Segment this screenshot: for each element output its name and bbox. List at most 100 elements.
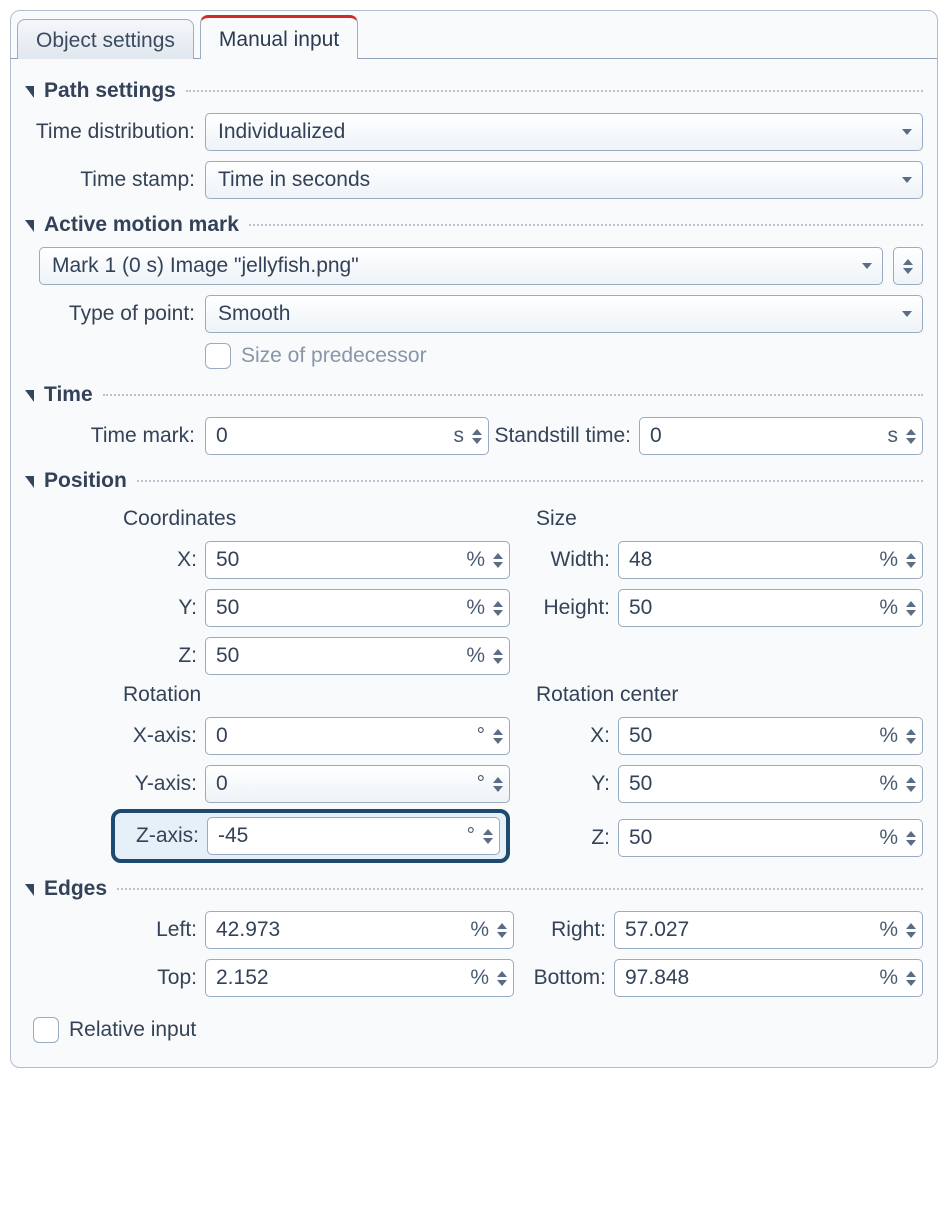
edge-left-label: Left: [25, 918, 205, 942]
rotcenter-z-label: Z: [530, 826, 618, 850]
size-of-predecessor-label: Size of predecessor [241, 344, 427, 368]
size-label: Size [536, 507, 923, 531]
rotation-y-label: Y-axis: [117, 772, 205, 796]
section-header-position[interactable]: Position [25, 469, 923, 493]
stepper[interactable] [904, 971, 922, 986]
rotcenter-x-input[interactable]: % [618, 717, 923, 755]
collapse-triangle-icon [25, 476, 34, 488]
stepper[interactable] [904, 777, 922, 792]
section-title: Active motion mark [44, 213, 239, 237]
coord-z-input[interactable]: % [205, 637, 510, 675]
size-height-field[interactable] [619, 596, 877, 620]
section-title: Path settings [44, 79, 176, 103]
size-width-field[interactable] [619, 548, 877, 572]
section-title: Time [44, 383, 93, 407]
unit-percent: % [877, 918, 904, 942]
settings-panel: Object settings Manual input Path settin… [10, 10, 938, 1068]
edge-left-field[interactable] [206, 918, 468, 942]
active-mark-select[interactable]: Mark 1 (0 s) Image "jellyfish.png" [39, 247, 883, 285]
unit-percent: % [468, 966, 495, 990]
collapse-triangle-icon [25, 220, 34, 232]
stepper[interactable] [904, 553, 922, 568]
coordinates-label: Coordinates [123, 507, 510, 531]
edge-left-input[interactable]: % [205, 911, 514, 949]
rotation-y-field[interactable] [206, 772, 475, 796]
stepper[interactable] [470, 429, 488, 444]
edge-top-input[interactable]: % [205, 959, 514, 997]
rotcenter-z-field[interactable] [619, 826, 877, 850]
rotation-y-input[interactable]: ° [205, 765, 510, 803]
chevron-down-icon [902, 129, 912, 135]
tabs-row: Object settings Manual input [11, 11, 937, 59]
edge-right-input[interactable]: % [614, 911, 923, 949]
size-width-input[interactable]: % [618, 541, 923, 579]
size-of-predecessor-checkbox[interactable] [205, 343, 231, 369]
select-value: Smooth [218, 302, 290, 326]
stepper[interactable] [495, 923, 513, 938]
rotcenter-y-label: Y: [530, 772, 618, 796]
stepper[interactable] [904, 923, 922, 938]
section-path-settings: Path settings Time distribution: Individ… [25, 79, 923, 199]
standstill-field[interactable] [640, 424, 886, 448]
stepper[interactable] [904, 831, 922, 846]
relative-input-checkbox[interactable] [33, 1017, 59, 1043]
stepper[interactable] [495, 971, 513, 986]
unit-degree: ° [475, 772, 491, 796]
section-header-edges[interactable]: Edges [25, 877, 923, 901]
rotation-label: Rotation [123, 683, 510, 707]
stepper[interactable] [491, 729, 509, 744]
rotation-z-input[interactable]: ° [207, 817, 500, 855]
unit-percent: % [464, 596, 491, 620]
time-mark-field[interactable] [206, 424, 452, 448]
rotation-z-highlight: Z-axis: ° [111, 809, 510, 863]
unit-degree: ° [465, 824, 481, 848]
rotcenter-x-field[interactable] [619, 724, 877, 748]
rotation-x-input[interactable]: ° [205, 717, 510, 755]
coord-y-field[interactable] [206, 596, 464, 620]
time-mark-input[interactable]: s [205, 417, 489, 455]
rotcenter-z-input[interactable]: % [618, 819, 923, 857]
edge-right-field[interactable] [615, 918, 877, 942]
coord-z-field[interactable] [206, 644, 464, 668]
rotcenter-y-input[interactable]: % [618, 765, 923, 803]
rotation-x-field[interactable] [206, 724, 475, 748]
edge-bottom-input[interactable]: % [614, 959, 923, 997]
type-of-point-select[interactable]: Smooth [205, 295, 923, 333]
stepper[interactable] [904, 729, 922, 744]
rotation-center-label: Rotation center [536, 683, 923, 707]
tab-object-settings[interactable]: Object settings [17, 19, 194, 59]
section-header-path-settings[interactable]: Path settings [25, 79, 923, 103]
x-label: X: [117, 548, 205, 572]
edge-bottom-field[interactable] [615, 966, 877, 990]
time-distribution-select[interactable]: Individualized [205, 113, 923, 151]
section-divider [117, 888, 923, 890]
unit-percent: % [464, 548, 491, 572]
height-label: Height: [530, 596, 618, 620]
coord-x-field[interactable] [206, 548, 464, 572]
coord-x-input[interactable]: % [205, 541, 510, 579]
unit-percent: % [877, 596, 904, 620]
active-mark-stepper[interactable] [893, 247, 923, 285]
rotcenter-y-field[interactable] [619, 772, 877, 796]
stepper[interactable] [491, 649, 509, 664]
stepper[interactable] [491, 777, 509, 792]
edge-right-label: Right: [514, 918, 614, 942]
standstill-input[interactable]: s [639, 417, 923, 455]
chevron-down-icon [902, 177, 912, 183]
edge-top-field[interactable] [206, 966, 468, 990]
tab-manual-input[interactable]: Manual input [200, 15, 358, 59]
stepper[interactable] [491, 553, 509, 568]
time-stamp-select[interactable]: Time in seconds [205, 161, 923, 199]
time-mark-label: Time mark: [25, 424, 205, 448]
rotation-z-field[interactable] [208, 824, 465, 848]
coord-y-input[interactable]: % [205, 589, 510, 627]
size-height-input[interactable]: % [618, 589, 923, 627]
chevron-down-icon [862, 263, 872, 269]
stepper[interactable] [904, 601, 922, 616]
stepper[interactable] [481, 829, 499, 844]
section-header-active-motion[interactable]: Active motion mark [25, 213, 923, 237]
stepper[interactable] [904, 429, 922, 444]
section-header-time[interactable]: Time [25, 383, 923, 407]
stepper[interactable] [491, 601, 509, 616]
section-divider [137, 480, 923, 482]
